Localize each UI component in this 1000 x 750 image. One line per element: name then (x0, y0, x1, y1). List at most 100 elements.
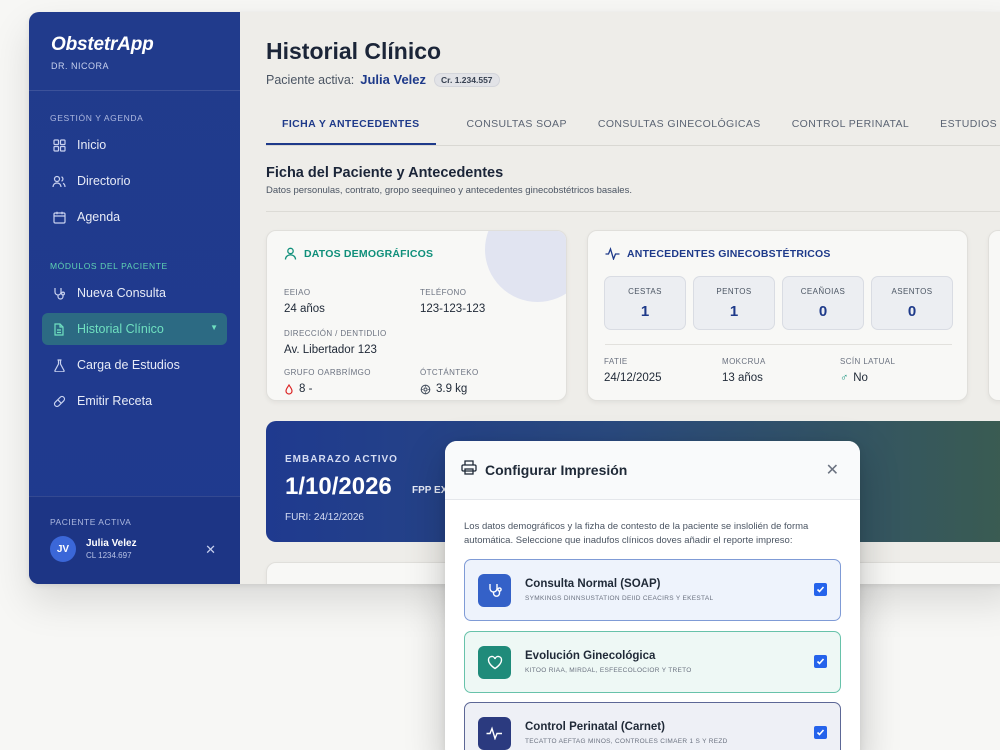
status-field: SCÍN LATUAL ♂ No (840, 357, 895, 384)
users-icon (52, 174, 66, 188)
tab-estudios-examenes[interactable]: ESTUDIOS Y EXÁMENES (940, 110, 1000, 145)
sidebar-item-label: Nueva Consulta (77, 286, 166, 300)
menarche-value: 13 años (722, 372, 763, 384)
pregnancy-label: EMBARAZO ACTIVO (285, 454, 398, 465)
stat-box: CEAÑOIAS 0 (782, 276, 864, 330)
gender-icon: ♂ (840, 372, 849, 384)
weight-label: ÓTCTÁNTEKO (420, 368, 479, 377)
active-patient-panel: PACIENTE ACTIVA JV Julia Velez CL 1234.6… (29, 496, 240, 584)
status-value: No (853, 372, 868, 384)
calendar-icon (52, 210, 66, 224)
phone-field: TELÉFONO 123-123-123 (420, 288, 485, 315)
print-config-dialog: Configurar Impresión ✕ Los datos demográ… (445, 441, 860, 750)
phone-value: 123-123-123 (420, 303, 486, 315)
option-subtitle: KITOO RIAA, MIRDAL, ESFEECOLOCIOR Y TRET… (525, 667, 692, 674)
nav-section-patient-modules: MÓDULOS DEL PACIENTE (50, 261, 168, 271)
stethoscope-icon (52, 286, 66, 300)
demographics-header: DATOS DEMOGRÁFICOS (284, 247, 433, 260)
section-divider (266, 211, 1000, 212)
flask-icon (52, 358, 66, 372)
fpp-label: FPP EX (412, 485, 448, 496)
sidebar-item-label: Emitir Receta (77, 394, 153, 408)
demographics-card: DATOS DEMOGRÁFICOS EEIAO 24 años TELÉFON… (266, 230, 567, 401)
app-logo: ObstetrApp (51, 34, 154, 55)
nav-section-management: GESTIÓN Y AGENDA (50, 113, 144, 123)
section-title: Ficha del Paciente y Antecedentes (266, 165, 504, 181)
demographics-title: DATOS DEMOGRÁFICOS (304, 247, 434, 260)
age-label: EEIAO (284, 288, 311, 297)
option-gyneco[interactable]: Evolución Ginecológica KITOO RIAA, MIRDA… (464, 631, 841, 693)
option-title: Evolución Ginecológica (525, 650, 656, 662)
dialog-header: Configurar Impresión (445, 441, 860, 500)
age-field: EEIAO 24 años (284, 288, 325, 315)
sidebar: ObstetrApp DR. NICORA GESTIÓN Y AGENDA I… (29, 12, 240, 584)
close-icon[interactable]: ✕ (826, 460, 839, 480)
pill-icon (52, 394, 66, 408)
date-value: 24/12/2025 (604, 372, 662, 384)
chevron-down-icon: ▼ (210, 323, 218, 332)
sidebar-item-label: Directorio (77, 174, 131, 188)
sidebar-item-nueva-consulta[interactable]: Nueva Consulta (42, 277, 227, 309)
brand: ObstetrApp DR. NICORA (29, 12, 240, 91)
status-label: SCÍN LATUAL (840, 357, 896, 366)
blood-group-field: GRUFO OARBRÍMGO 8 - (284, 368, 371, 395)
sidebar-item-emitir-receta[interactable]: Emitir Receta (42, 385, 227, 417)
sidebar-item-agenda[interactable]: Agenda (42, 201, 227, 233)
active-patient-name: Julia Velez (86, 538, 137, 549)
pulse-icon (605, 247, 620, 260)
checkbox-perinatal[interactable] (814, 726, 827, 739)
stat-value: 0 (818, 303, 828, 320)
menarche-label: MOKCRUA (722, 357, 766, 366)
stat-value: 0 (907, 303, 917, 320)
stat-box: PENTOS 1 (693, 276, 775, 330)
stat-label: CESTAS (628, 287, 662, 296)
checkbox-soap[interactable] (814, 583, 827, 596)
date-field: FATIE 24/12/2025 (604, 357, 662, 384)
stethoscope-icon (478, 573, 511, 607)
tabs-divider (266, 145, 1000, 146)
date-label: FATIE (604, 357, 628, 366)
page-title: Historial Clínico (266, 38, 442, 64)
blood-group-label: GRUFO OARBRÍMGO (284, 368, 371, 377)
fur-date: FURI: 24/12/2026 (285, 512, 364, 523)
tab-control-perinatal[interactable]: CONTROL PERINATAL (792, 110, 909, 145)
antecedents-header: ANTECEDENTES GINECOBSTÉTRICOS (605, 247, 831, 260)
sidebar-item-label: Historial Clínico (77, 322, 164, 336)
section-description: Datos personulas, contrato, gropo seequi… (266, 185, 632, 196)
age-value: 24 años (284, 303, 325, 315)
address-value: Av. Libertador 123 (284, 344, 377, 356)
patient-line: Paciente activa: Julia Velez Cr. 1.234.5… (266, 72, 500, 87)
stat-label: PENTOS (716, 287, 752, 296)
printer-icon (461, 460, 477, 480)
menarche-field: MOKCRUA 13 años (722, 357, 766, 384)
blood-drop-icon (284, 383, 294, 395)
pulse-icon (478, 716, 511, 750)
option-subtitle: TECATTO AEFTAG MINOS, CONTROLES CIMAER 1… (525, 738, 728, 745)
sidebar-item-historial-clinico[interactable]: Historial Clínico ▼ (42, 313, 227, 345)
address-label: DIRECCIÓN / DENTIDLIO (284, 329, 387, 338)
tab-consultas-soap[interactable]: CONSULTAS SOAP (467, 110, 567, 145)
doctor-name: DR. NICORA (51, 61, 110, 71)
stat-label: CEAÑOIAS (800, 287, 846, 296)
scale-icon (420, 384, 431, 395)
active-patient-id: CL 1234.697 (86, 551, 132, 560)
tab-consultas-ginecologicas[interactable]: CONSULTAS GINECOLÓGICAS (598, 110, 761, 145)
patient-id-badge: Cr. 1.234.557 (434, 72, 500, 87)
close-icon[interactable]: ✕ (205, 542, 216, 558)
patient-name[interactable]: Julia Velez (360, 72, 426, 87)
stat-box: ASENTOS 0 (871, 276, 953, 330)
dialog-description: Los datos demográficos y la fizha de con… (464, 521, 809, 546)
avatar: JV (50, 536, 76, 562)
option-title: Consulta Normal (SOAP) (525, 578, 661, 590)
option-perinatal[interactable]: Control Perinatal (Carnet) TECATTO AEFTA… (464, 702, 841, 750)
checkbox-gyneco[interactable] (814, 655, 827, 668)
option-soap[interactable]: Consulta Normal (SOAP) SYMKINGS DINNSUST… (464, 559, 841, 621)
sidebar-item-carga-estudios[interactable]: Carga de Estudios (42, 349, 227, 381)
pregnancy-date: 1/10/2026 (285, 473, 392, 500)
sidebar-item-directorio[interactable]: Directorio (42, 165, 227, 197)
tab-ficha-antecedentes[interactable]: FICHA Y ANTECEDENTES (266, 110, 436, 145)
sidebar-item-inicio[interactable]: Inicio (42, 129, 227, 161)
antecedents-title: ANTECEDENTES GINECOBSTÉTRICOS (627, 247, 831, 260)
document-icon (52, 322, 66, 336)
user-icon (284, 247, 297, 260)
